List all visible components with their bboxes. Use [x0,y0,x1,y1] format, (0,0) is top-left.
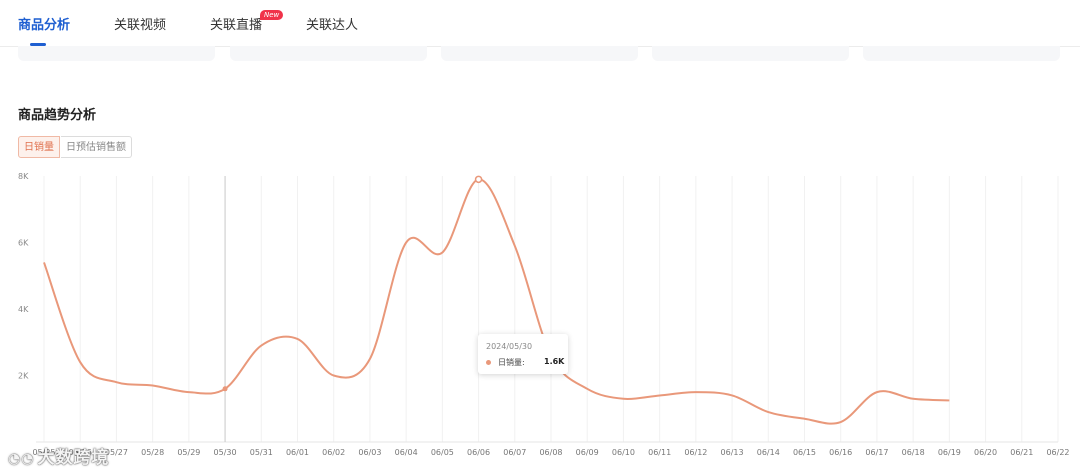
x-tick-label: 06/16 [829,448,852,457]
x-tick-label: 05/29 [177,448,200,457]
y-tick-label: 6K [18,239,29,248]
x-tick-label: 06/09 [576,448,599,457]
x-tick-label: 06/07 [503,448,526,457]
x-tick-label: 05/31 [250,448,273,457]
stat-card [18,46,215,61]
y-tick-label: 2K [18,372,29,381]
x-tick-label: 06/19 [938,448,961,457]
x-tick-label: 06/15 [793,448,816,457]
tooltip-date: 2024/05/30 [486,342,533,351]
x-tick-label: 06/18 [902,448,925,457]
x-tick-label: 06/06 [467,448,490,457]
x-tick-label: 06/13 [721,448,744,457]
sales-trend-chart[interactable]: 2K4K6K8K05/25 05/26 05/27 05/28 05/29 05/30 05… [0,165,1080,475]
stat-card [863,46,1060,61]
tooltip-value: 1.6K [544,357,565,366]
x-tick-label: 06/10 [612,448,635,457]
series-dot-icon [486,360,491,365]
tab-product-analysis[interactable]: 商品分析 [18,14,70,33]
watermark: ◔◔ 大数跨境 [8,443,109,468]
x-tick-label: 06/12 [684,448,707,457]
x-tick-label: 06/22 [1046,448,1069,457]
hover-point-marker [222,386,228,392]
x-tick-label: 06/21 [1010,448,1033,457]
x-tick-label: 06/04 [395,448,418,457]
section-title: 商品趋势分析 [18,108,97,123]
tab-bar: 商品分析 关联视频 关联直播 New 关联达人 [0,0,1080,47]
x-tick-label: 06/11 [648,448,671,457]
x-tick-label: 06/14 [757,448,780,457]
x-tick-label: 06/17 [865,448,888,457]
tab-related-influencers[interactable]: 关联达人 [306,14,358,33]
x-tick-label: 06/08 [539,448,562,457]
series-line [43,178,950,425]
x-tick-label: 06/20 [974,448,997,457]
tab-related-videos[interactable]: 关联视频 [114,14,166,33]
new-badge: New [260,10,284,20]
x-tick-label: 06/03 [358,448,381,457]
x-tick-label: 06/01 [286,448,309,457]
y-tick-label: 4K [18,305,29,314]
watermark-logo-icon: ◔◔ [8,451,35,467]
tab-related-live[interactable]: 关联直播 [210,14,262,33]
stat-card [652,46,849,61]
x-tick-label: 06/02 [322,448,345,457]
metric-toggle-daily-revenue[interactable]: 日预估销售额 [61,136,132,158]
chart-tooltip: 2024/05/30 日销量: 1.6K [478,334,568,374]
x-tick-label: 05/28 [141,448,164,457]
stat-card [441,46,638,61]
x-tick-label: 05/30 [214,448,237,457]
x-tick-label: 06/05 [431,448,454,457]
metric-toggle-daily-sales[interactable]: 日销量 [18,136,60,158]
watermark-text: 大数跨境 [37,448,110,468]
peak-marker [474,175,483,184]
y-tick-label: 8K [18,172,29,181]
stat-card [230,46,427,61]
tooltip-label: 日销量: [498,358,525,367]
